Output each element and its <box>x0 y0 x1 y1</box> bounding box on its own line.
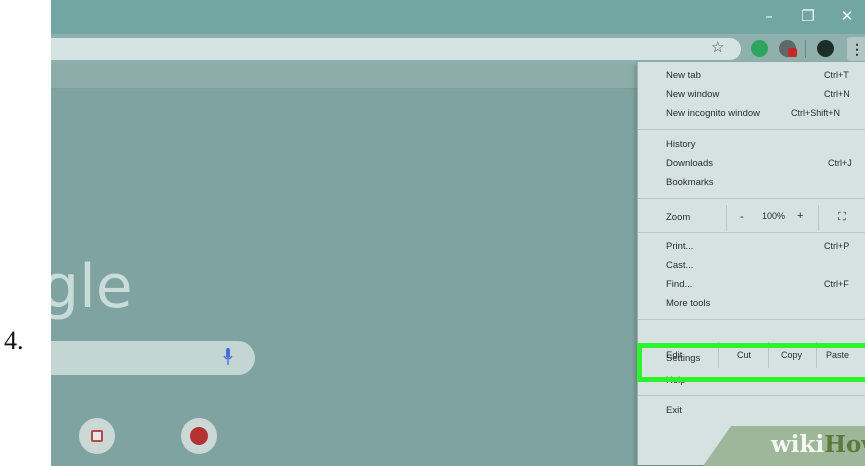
shortcut-tile-1[interactable] <box>79 418 115 454</box>
menu-item-more-tools[interactable]: More tools <box>666 298 710 309</box>
menu-divider <box>638 198 865 199</box>
zoom-label: Zoom <box>666 212 691 223</box>
extension-green-icon[interactable] <box>751 40 768 57</box>
extension-badge-icon[interactable] <box>779 40 797 57</box>
watermark-how: How <box>824 431 865 458</box>
toolbar-separator <box>805 40 806 58</box>
zoom-level: 100% <box>762 211 786 221</box>
menu-item-downloads[interactable]: Downloads <box>666 158 713 169</box>
menu-divider <box>638 129 865 130</box>
close-button[interactable]: ✕ <box>837 7 857 25</box>
shortcut-tile-2[interactable] <box>181 418 217 454</box>
menu-item-find[interactable]: Find... <box>666 279 692 290</box>
chrome-menu-button[interactable]: ⋮ <box>847 37 865 61</box>
zoom-in-button[interactable]: + <box>797 210 803 222</box>
zoom-out-button[interactable]: - <box>740 211 744 223</box>
fullscreen-icon[interactable]: ⛶ <box>838 210 846 224</box>
browser-screenshot: – ❐ ✕ ☆ ⋮ gle New tab Ctrl+T New window … <box>51 0 865 466</box>
shortcut-new-window: Ctrl+N <box>824 89 850 99</box>
chrome-dropdown-menu: New tab Ctrl+T New window Ctrl+N New inc… <box>637 62 865 465</box>
address-bar[interactable] <box>51 38 741 60</box>
menu-item-new-window[interactable]: New window <box>666 89 719 100</box>
microphone-icon[interactable] <box>223 348 233 366</box>
shortcut-new-incognito: Ctrl+Shift+N <box>791 108 841 118</box>
menu-item-cast[interactable]: Cast... <box>666 260 693 271</box>
google-logo: gle <box>51 252 133 322</box>
minimize-button[interactable]: – <box>759 7 779 25</box>
menu-item-print[interactable]: Print... <box>666 241 693 252</box>
menu-item-history[interactable]: History <box>666 139 696 150</box>
menu-item-exit[interactable]: Exit <box>666 405 682 416</box>
zoom-divider <box>726 205 727 231</box>
wikihow-watermark: wikiHow <box>771 431 865 458</box>
menu-divider <box>638 395 865 396</box>
settings-highlight-box <box>637 343 865 382</box>
menu-divider <box>638 319 865 320</box>
shortcut-find: Ctrl+F <box>824 279 849 289</box>
extension-badge <box>788 48 797 57</box>
profile-avatar-icon[interactable] <box>817 40 834 57</box>
menu-item-bookmarks[interactable]: Bookmarks <box>666 177 714 188</box>
shortcut-2-icon <box>190 427 208 445</box>
menu-divider <box>638 232 865 233</box>
menu-item-new-incognito[interactable]: New incognito window <box>666 108 760 119</box>
watermark-wiki: wiki <box>771 431 825 458</box>
zoom-row: Zoom - 100% + ⛶ <box>638 205 865 231</box>
shortcut-print: Ctrl+P <box>824 241 850 251</box>
maximize-button[interactable]: ❐ <box>798 7 818 25</box>
shortcut-downloads: Ctrl+J <box>828 158 852 168</box>
step-number: 4. <box>4 326 24 355</box>
shortcut-1-icon <box>91 430 103 442</box>
bookmark-star-icon[interactable]: ☆ <box>711 38 724 56</box>
shortcut-new-tab: Ctrl+T <box>824 70 849 80</box>
title-bar: – ❐ ✕ <box>51 0 865 34</box>
zoom-divider <box>818 205 819 231</box>
menu-item-new-tab[interactable]: New tab <box>666 70 701 81</box>
